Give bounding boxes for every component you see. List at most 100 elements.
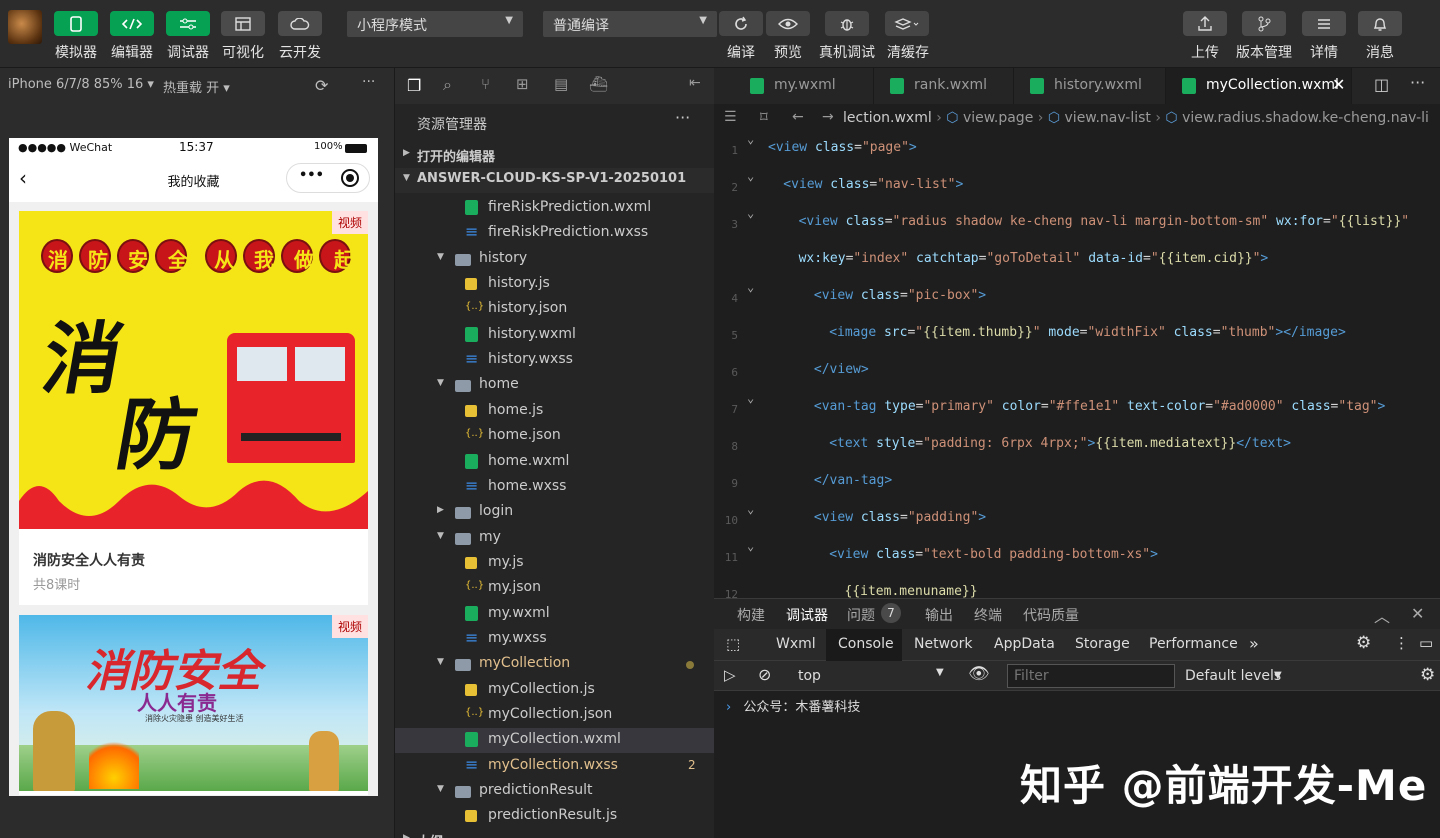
- subtab-appdata[interactable]: AppData: [994, 636, 1055, 652]
- kebab-icon[interactable]: ⋮: [1394, 634, 1409, 652]
- context-select[interactable]: top: [798, 668, 821, 684]
- clear-console-icon[interactable]: ⊘: [758, 665, 771, 684]
- tab-build[interactable]: 构建: [737, 605, 765, 625]
- refresh-icon[interactable]: [719, 11, 763, 36]
- gear-icon[interactable]: ⚙: [1420, 665, 1435, 685]
- file-item[interactable]: ≡ history.wxss: [395, 348, 715, 373]
- capsule-menu[interactable]: •••: [286, 163, 370, 193]
- upload-label[interactable]: 上传: [1183, 42, 1227, 62]
- fold-chevron-icon[interactable]: ⌄: [747, 539, 754, 553]
- branch-icon[interactable]: [1242, 11, 1286, 36]
- tab-debugger[interactable]: 调试器: [786, 605, 828, 631]
- tab-rank-wxml[interactable]: rank.wxml: [874, 68, 1014, 104]
- tab-my-wxml[interactable]: my.wxml: [734, 68, 874, 104]
- inspect-icon[interactable]: ⬚: [726, 635, 740, 653]
- eye-icon[interactable]: 👁: [968, 664, 990, 684]
- list-icon[interactable]: ☰: [724, 109, 737, 125]
- upload-icon[interactable]: [1183, 11, 1227, 36]
- eye-icon[interactable]: [766, 11, 810, 36]
- collapse-panel-icon[interactable]: ⇤: [689, 75, 701, 91]
- menu-icon[interactable]: [1302, 11, 1346, 36]
- file-item[interactable]: fireRiskPrediction.wxml: [395, 196, 715, 221]
- subtab-console[interactable]: Console: [826, 629, 902, 661]
- bookmark-icon[interactable]: ⌑: [760, 108, 768, 126]
- folder-item[interactable]: ▼ predictionResult: [395, 779, 715, 804]
- tab-code-quality[interactable]: 代码质量: [1023, 605, 1079, 625]
- console-filter-input[interactable]: [1007, 664, 1175, 688]
- file-item[interactable]: ≡ myCollection.wxss 2: [395, 754, 715, 779]
- hot-reload-toggle[interactable]: 热重载 开 ▾: [163, 77, 230, 96]
- compile-select[interactable]: 普通编译 ▼: [543, 11, 717, 37]
- debugger-button[interactable]: 调试器: [159, 0, 217, 68]
- layers-icon[interactable]: [885, 11, 929, 36]
- subtab-storage[interactable]: Storage: [1075, 636, 1130, 652]
- editor-button[interactable]: 编辑器: [103, 0, 161, 68]
- remote-debug-label[interactable]: 真机调试: [817, 42, 877, 62]
- folder-item[interactable]: ▼ home: [395, 373, 715, 398]
- folder-item[interactable]: ▼ myCollection: [395, 652, 715, 677]
- sidebar-toggle-icon[interactable]: ▷: [724, 666, 736, 684]
- file-item[interactable]: {..} myCollection.json: [395, 703, 715, 728]
- fold-chevron-icon[interactable]: ⌄: [747, 169, 754, 183]
- folder-item[interactable]: ▼ my: [395, 526, 715, 551]
- file-item[interactable]: ≡ fireRiskPrediction.wxss: [395, 221, 715, 246]
- clear-cache-label[interactable]: 清缓存: [881, 42, 935, 62]
- file-item[interactable]: history.wxml: [395, 323, 715, 348]
- open-editors-section[interactable]: ▶ 打开的编辑器: [395, 143, 715, 168]
- files-icon[interactable]: ❐: [407, 76, 421, 95]
- preview-label[interactable]: 预览: [766, 42, 810, 62]
- git-icon[interactable]: ⑂: [481, 75, 490, 93]
- messages-label[interactable]: 消息: [1358, 42, 1402, 62]
- gear-icon[interactable]: ⚙: [1356, 633, 1371, 653]
- file-item[interactable]: myCollection.wxml: [395, 728, 715, 754]
- more-tabs-icon[interactable]: »: [1249, 634, 1259, 653]
- folder-item[interactable]: ▼ history: [395, 247, 715, 272]
- outline-section[interactable]: ▶ 大纲: [395, 828, 715, 838]
- file-item[interactable]: history.js: [395, 272, 715, 297]
- close-circle-icon[interactable]: [341, 169, 359, 187]
- fold-chevron-icon[interactable]: ⌄: [747, 206, 754, 220]
- fold-chevron-icon[interactable]: ⌄: [747, 391, 754, 405]
- rotate-icon[interactable]: ⟳: [315, 76, 328, 95]
- file-item[interactable]: ≡ home.wxss: [395, 475, 715, 500]
- log-levels-select[interactable]: Default levels: [1185, 668, 1281, 684]
- forward-arrow-icon[interactable]: →: [822, 109, 834, 125]
- breadcrumb-item[interactable]: view.nav-list: [1065, 110, 1151, 126]
- breadcrumb-item[interactable]: view.radius.shadow.ke-cheng.nav-li: [1182, 110, 1429, 126]
- bug-icon[interactable]: [825, 11, 869, 36]
- version-label[interactable]: 版本管理: [1232, 42, 1296, 62]
- cloud-button[interactable]: 云开发: [271, 0, 329, 68]
- more-icon[interactable]: ···: [1410, 73, 1425, 92]
- docker-icon[interactable]: ⛴: [589, 75, 608, 93]
- user-avatar[interactable]: [8, 10, 42, 44]
- details-label[interactable]: 详情: [1302, 42, 1346, 62]
- breadcrumb-item[interactable]: lection.wxml: [843, 110, 932, 126]
- fold-chevron-icon[interactable]: ⌄: [747, 280, 754, 294]
- outline-icon[interactable]: ▤: [554, 75, 568, 93]
- extensions-icon[interactable]: ⊞: [516, 75, 529, 93]
- chevron-up-icon[interactable]: ︿: [1374, 603, 1390, 627]
- back-arrow-icon[interactable]: ←: [792, 109, 804, 125]
- simulator-button[interactable]: 模拟器: [47, 0, 105, 68]
- split-editor-icon[interactable]: ◫: [1374, 75, 1389, 94]
- more-icon[interactable]: ···: [362, 74, 375, 90]
- project-root[interactable]: ▼ ANSWER-CLOUD-KS-SP-V1-20250101: [395, 168, 715, 193]
- close-icon[interactable]: ✕: [1411, 604, 1424, 623]
- bell-icon[interactable]: [1358, 11, 1402, 36]
- fold-chevron-icon[interactable]: ⌄: [747, 502, 754, 516]
- tab-output[interactable]: 输出: [925, 605, 953, 625]
- file-item[interactable]: predictionResult.js: [395, 804, 715, 829]
- subtab-performance[interactable]: Performance: [1149, 636, 1238, 652]
- file-item[interactable]: {..} home.json: [395, 424, 715, 449]
- dock-icon[interactable]: ▭: [1419, 634, 1433, 652]
- file-item[interactable]: my.js: [395, 551, 715, 576]
- tab-terminal[interactable]: 终端: [974, 605, 1002, 625]
- device-select[interactable]: iPhone 6/7/8 85% 16 ▾: [8, 77, 154, 92]
- folder-item[interactable]: ▶ login: [395, 500, 715, 525]
- more-dots-icon[interactable]: •••: [299, 168, 324, 183]
- file-item[interactable]: home.js: [395, 399, 715, 424]
- collection-card[interactable]: 消防安全 人人有责 消除火灾隐患 创造美好生活 视频: [19, 615, 368, 795]
- close-icon[interactable]: ✕: [1332, 75, 1345, 94]
- more-icon[interactable]: ···: [675, 108, 690, 127]
- subtab-network[interactable]: Network: [914, 636, 972, 652]
